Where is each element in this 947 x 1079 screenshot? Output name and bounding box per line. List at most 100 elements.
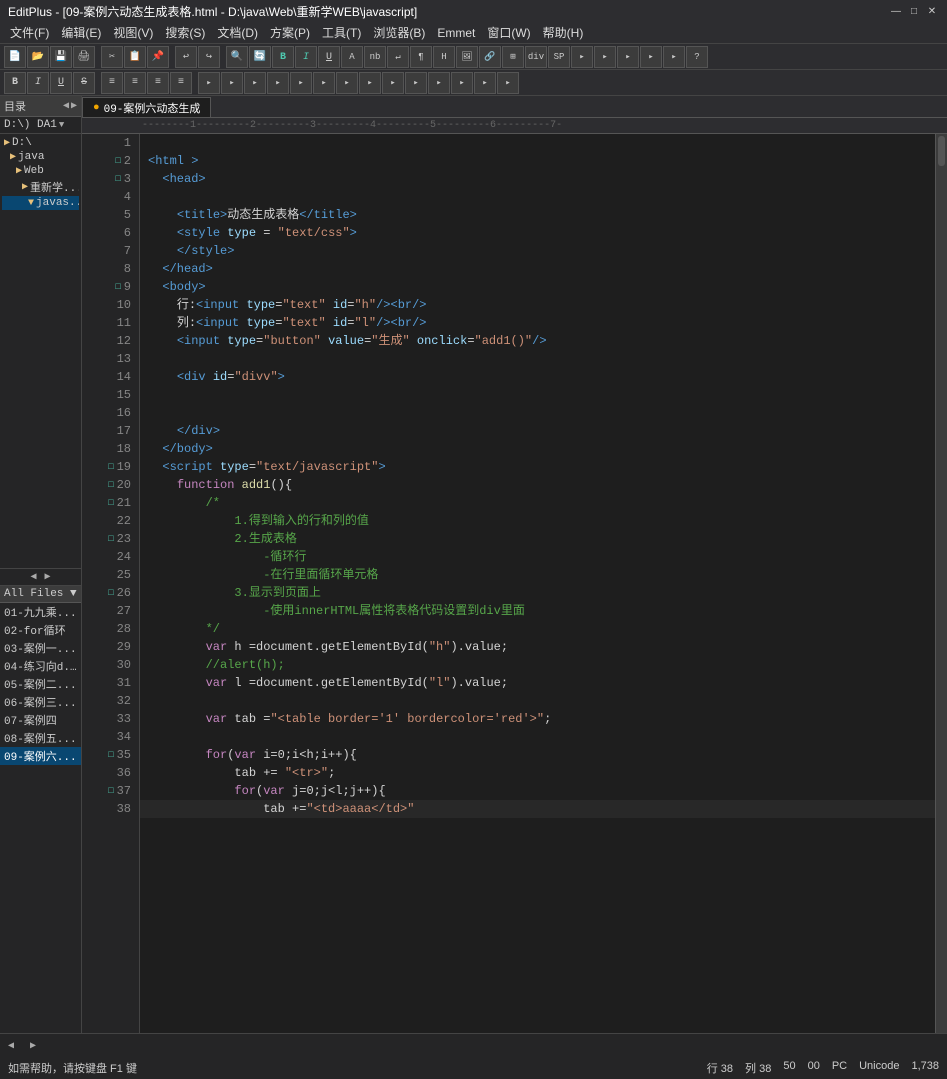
code-line-26[interactable]: 3.显示到页面上 — [140, 584, 935, 602]
tb-paste[interactable]: 📌 — [147, 46, 169, 68]
code-line-23[interactable]: 2.生成表格 — [140, 530, 935, 548]
dir-item-d[interactable]: ▶ D:\ — [2, 136, 79, 150]
code-content[interactable]: <html > <head> <title>动态生成表格</title> <st… — [140, 134, 935, 1033]
dir-nav-right[interactable]: ▶ — [45, 571, 51, 583]
code-line-14[interactable]: <div id="divv"> — [140, 368, 935, 386]
tb2-justify[interactable]: ≡ — [170, 72, 192, 94]
code-line-4[interactable] — [140, 188, 935, 206]
tb2-left[interactable]: ≡ — [101, 72, 123, 94]
tb-nb[interactable]: nb — [364, 46, 386, 68]
tb2-more1[interactable]: ▸ — [198, 72, 220, 94]
tb-print[interactable]: 🖨 — [73, 46, 95, 68]
tb-more4[interactable]: ▸ — [640, 46, 662, 68]
tb2-more12[interactable]: ▸ — [451, 72, 473, 94]
code-line-31[interactable]: var l =document.getElementById("l").valu… — [140, 674, 935, 692]
tb2-more8[interactable]: ▸ — [359, 72, 381, 94]
tb-i[interactable]: I — [295, 46, 317, 68]
dir-nav-left[interactable]: ◀ — [30, 571, 36, 583]
menu-browser[interactable]: 浏览器(B) — [367, 22, 431, 43]
code-line-37[interactable]: for(var j=0;j<l;j++){ — [140, 782, 935, 800]
code-line-29[interactable]: var h =document.getElementById("h").valu… — [140, 638, 935, 656]
tb2-more9[interactable]: ▸ — [382, 72, 404, 94]
code-line-32[interactable] — [140, 692, 935, 710]
tb-redo[interactable]: ↪ — [198, 46, 220, 68]
menu-emmet[interactable]: Emmet — [431, 24, 481, 42]
code-line-38[interactable]: tab +="<td>aaaa</td>" — [140, 800, 935, 818]
code-line-30[interactable]: //alert(h); — [140, 656, 935, 674]
fold-icon[interactable]: □ — [104, 584, 114, 602]
tb2-more3[interactable]: ▸ — [244, 72, 266, 94]
file-item-07[interactable]: 07-案例四 — [0, 711, 81, 729]
code-line-10[interactable]: 行:<input type="text" id="h"/><br/> — [140, 296, 935, 314]
code-line-34[interactable] — [140, 728, 935, 746]
menu-view[interactable]: 视图(V) — [107, 22, 159, 43]
code-line-15[interactable] — [140, 386, 935, 404]
menu-search[interactable]: 搜索(S) — [159, 22, 211, 43]
dir-item-chongxin[interactable]: ▶ 重新学... — [2, 178, 79, 196]
code-line-19[interactable]: <script type="text/javascript"> — [140, 458, 935, 476]
tb2-more7[interactable]: ▸ — [336, 72, 358, 94]
file-item-01[interactable]: 01-九九乘... — [0, 603, 81, 621]
code-line-12[interactable]: <input type="button" value="生成" onclick=… — [140, 332, 935, 350]
code-line-13[interactable] — [140, 350, 935, 368]
tb-replace[interactable]: 🔄 — [249, 46, 271, 68]
tb-h[interactable]: H — [433, 46, 455, 68]
tb-img[interactable]: 🖼 — [456, 46, 478, 68]
minimize-button[interactable]: — — [889, 4, 903, 18]
code-line-9[interactable]: <body> — [140, 278, 935, 296]
menu-file[interactable]: 文件(F) — [4, 22, 55, 43]
menu-help[interactable]: 帮助(H) — [537, 22, 590, 43]
menu-edit[interactable]: 编辑(E) — [55, 22, 107, 43]
maximize-button[interactable]: □ — [907, 4, 921, 18]
code-line-33[interactable]: var tab ="<table border='1' bordercolor=… — [140, 710, 935, 728]
menu-tools[interactable]: 工具(T) — [316, 22, 367, 43]
tb-save[interactable]: 💾 — [50, 46, 72, 68]
code-line-6[interactable]: <style type = "text/css"> — [140, 224, 935, 242]
tb-table[interactable]: ⊞ — [502, 46, 524, 68]
dir-back-btn[interactable]: ◀ — [63, 100, 69, 112]
drive-selector[interactable]: D:\) DA1 — [4, 119, 57, 131]
tb2-more2[interactable]: ▸ — [221, 72, 243, 94]
tb-link[interactable]: 🔗 — [479, 46, 501, 68]
dir-fwd-btn[interactable]: ▶ — [71, 100, 77, 112]
tb2-more14[interactable]: ▸ — [497, 72, 519, 94]
file-item-03[interactable]: 03-案例一... — [0, 639, 81, 657]
tb-b[interactable]: B — [272, 46, 294, 68]
tb-more5[interactable]: ▸ — [663, 46, 685, 68]
tb-find[interactable]: 🔍 — [226, 46, 248, 68]
scroll-thumb[interactable] — [938, 136, 945, 166]
code-line-27[interactable]: -使用innerHTML属性将表格代码设置到div里面 — [140, 602, 935, 620]
tb2-strike[interactable]: S — [73, 72, 95, 94]
fold-icon[interactable]: □ — [111, 152, 121, 170]
dir-item-java[interactable]: ▶ java — [2, 150, 79, 164]
code-line-18[interactable]: </body> — [140, 440, 935, 458]
code-line-11[interactable]: 列:<input type="text" id="l"/><br/> — [140, 314, 935, 332]
fold-icon[interactable]: □ — [104, 476, 114, 494]
code-line-1[interactable] — [140, 134, 935, 152]
file-item-09[interactable]: 09-案例六... — [0, 747, 81, 765]
tb2-more13[interactable]: ▸ — [474, 72, 496, 94]
fold-icon[interactable]: □ — [111, 170, 121, 188]
tb-q[interactable]: ? — [686, 46, 708, 68]
code-line-8[interactable]: </head> — [140, 260, 935, 278]
tb-undo[interactable]: ↩ — [175, 46, 197, 68]
tb2-more10[interactable]: ▸ — [405, 72, 427, 94]
tb-span[interactable]: SP — [548, 46, 570, 68]
tb-more2[interactable]: ▸ — [594, 46, 616, 68]
tb-para[interactable]: ¶ — [410, 46, 432, 68]
tb-u[interactable]: U — [318, 46, 340, 68]
tb-color[interactable]: A — [341, 46, 363, 68]
tb-new[interactable]: 📄 — [4, 46, 26, 68]
code-line-36[interactable]: tab += "<tr>"; — [140, 764, 935, 782]
tb-div[interactable]: div — [525, 46, 547, 68]
drive-dropdown-icon[interactable]: ▼ — [59, 120, 64, 130]
file-item-08[interactable]: 08-案例五... — [0, 729, 81, 747]
code-line-7[interactable]: </style> — [140, 242, 935, 260]
code-line-16[interactable] — [140, 404, 935, 422]
code-line-25[interactable]: -在行里面循环单元格 — [140, 566, 935, 584]
bottom-nav-right[interactable]: ▶ — [26, 1038, 40, 1054]
tb2-i[interactable]: I — [27, 72, 49, 94]
file-item-04[interactable]: 04-练习向d... — [0, 657, 81, 675]
code-line-24[interactable]: -循环行 — [140, 548, 935, 566]
menu-document[interactable]: 文档(D) — [211, 22, 264, 43]
